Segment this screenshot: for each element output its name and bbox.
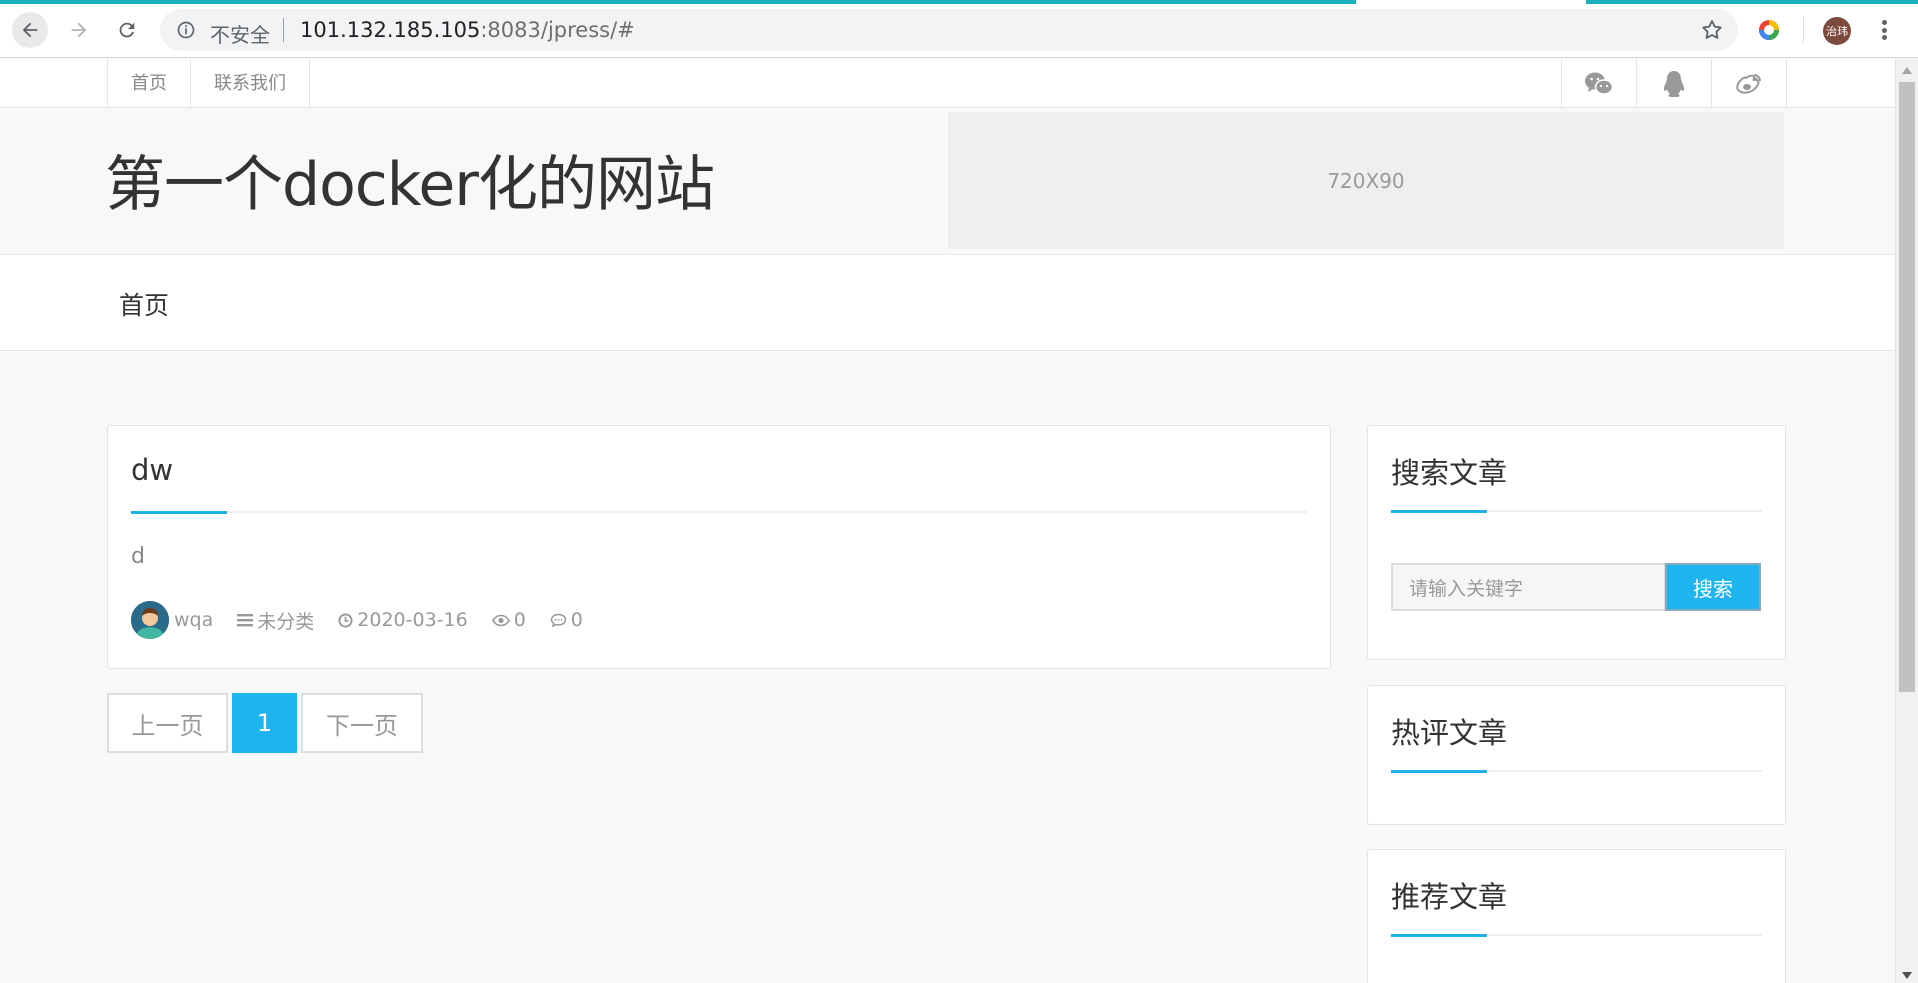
title-underline: [1391, 510, 1762, 513]
social-links: [1561, 59, 1787, 108]
qq-link[interactable]: [1637, 59, 1712, 108]
reload-icon: [119, 22, 135, 38]
post-category[interactable]: 未分类: [257, 607, 314, 634]
arrow-right-icon: [71, 22, 87, 38]
page-scrollbar[interactable]: [1895, 59, 1918, 983]
toolbar-divider: [1803, 17, 1804, 43]
next-page-button[interactable]: 下一页: [301, 693, 423, 753]
forward-button[interactable]: [61, 12, 97, 48]
wechat-icon: [1585, 72, 1614, 95]
title-underline: [131, 511, 1307, 514]
url-host: 101.132.185.105: [300, 18, 481, 42]
search-input[interactable]: 请输入关键字: [1391, 563, 1666, 611]
browser-menu-button[interactable]: [1874, 15, 1894, 45]
clock-icon: [338, 612, 353, 628]
address-bar[interactable]: 不安全 101.132.185.105:8083/jpress/#: [160, 9, 1738, 51]
wechat-link[interactable]: [1562, 59, 1637, 108]
prev-page-button[interactable]: 上一页: [107, 693, 228, 753]
main-nav-home[interactable]: 首页: [119, 286, 169, 322]
eye-icon: [491, 614, 510, 626]
post-comments[interactable]: 0: [571, 609, 583, 631]
top-nav: 首页 联系我们: [107, 59, 310, 108]
post-excerpt: d: [131, 544, 145, 569]
post-meta: wqa 未分类 2020-03-16 0 0: [131, 600, 607, 640]
scroll-down-arrow[interactable]: [1902, 972, 1912, 979]
hot-articles-title: 热评文章: [1391, 716, 1508, 750]
scroll-up-arrow[interactable]: [1902, 67, 1912, 74]
reload-button[interactable]: [109, 12, 145, 48]
title-underline: [1391, 934, 1762, 937]
browser-toolbar: 不安全 101.132.185.105:8083/jpress/# 治玮: [0, 0, 1918, 58]
recommended-articles-widget: 推荐文章: [1367, 849, 1786, 983]
main-nav: 首页: [0, 255, 1895, 351]
post-views: 0: [513, 609, 526, 631]
recommended-articles-title: 推荐文章: [1391, 880, 1508, 914]
weibo-link[interactable]: [1712, 59, 1787, 108]
search-widget: 搜索文章 请输入关键字 搜索: [1367, 425, 1786, 660]
back-button[interactable]: [12, 12, 48, 48]
qq-icon: [1663, 70, 1685, 97]
top-nav-contact[interactable]: 联系我们: [191, 59, 310, 108]
info-icon[interactable]: [176, 20, 196, 40]
site-header: 第一个docker化的网站 720X90: [0, 108, 1895, 255]
page-load-progress: [0, 0, 1918, 4]
ad-placeholder[interactable]: 720X90: [948, 112, 1784, 249]
title-underline: [1391, 770, 1762, 773]
top-bar: 首页 联系我们: [0, 59, 1895, 108]
hot-articles-widget: 热评文章: [1367, 685, 1786, 825]
bookmark-star-icon[interactable]: [1700, 18, 1724, 42]
page-1-button[interactable]: 1: [232, 693, 297, 753]
scroll-thumb[interactable]: [1899, 82, 1915, 692]
weibo-icon: [1736, 73, 1761, 94]
separator: [283, 18, 284, 42]
search-widget-title: 搜索文章: [1391, 456, 1508, 490]
url-text[interactable]: 101.132.185.105:8083/jpress/#: [300, 18, 635, 42]
arrow-left-icon: [22, 22, 38, 38]
list-icon: [237, 614, 254, 627]
comment-icon: [550, 613, 567, 627]
extension-icon[interactable]: [1757, 18, 1781, 42]
post-card: dw d wqa 未分类 2020-03-16 0 0: [107, 425, 1331, 669]
site-title[interactable]: 第一个docker化的网站: [105, 136, 715, 223]
url-path: :8083/jpress/#: [480, 18, 635, 42]
profile-avatar[interactable]: 治玮: [1823, 17, 1851, 45]
post-title[interactable]: dw: [131, 453, 173, 487]
top-nav-home[interactable]: 首页: [108, 59, 191, 108]
page-viewport: 首页 联系我们 第一个docker化的网站 720X90 首页 dw d wqa…: [0, 59, 1895, 983]
post-author[interactable]: wqa: [174, 609, 213, 631]
security-status[interactable]: 不安全: [210, 19, 270, 48]
post-date: 2020-03-16: [357, 609, 468, 631]
pagination: 上一页 1 下一页: [107, 693, 427, 753]
search-button[interactable]: 搜索: [1665, 563, 1761, 611]
author-avatar[interactable]: [131, 601, 169, 639]
